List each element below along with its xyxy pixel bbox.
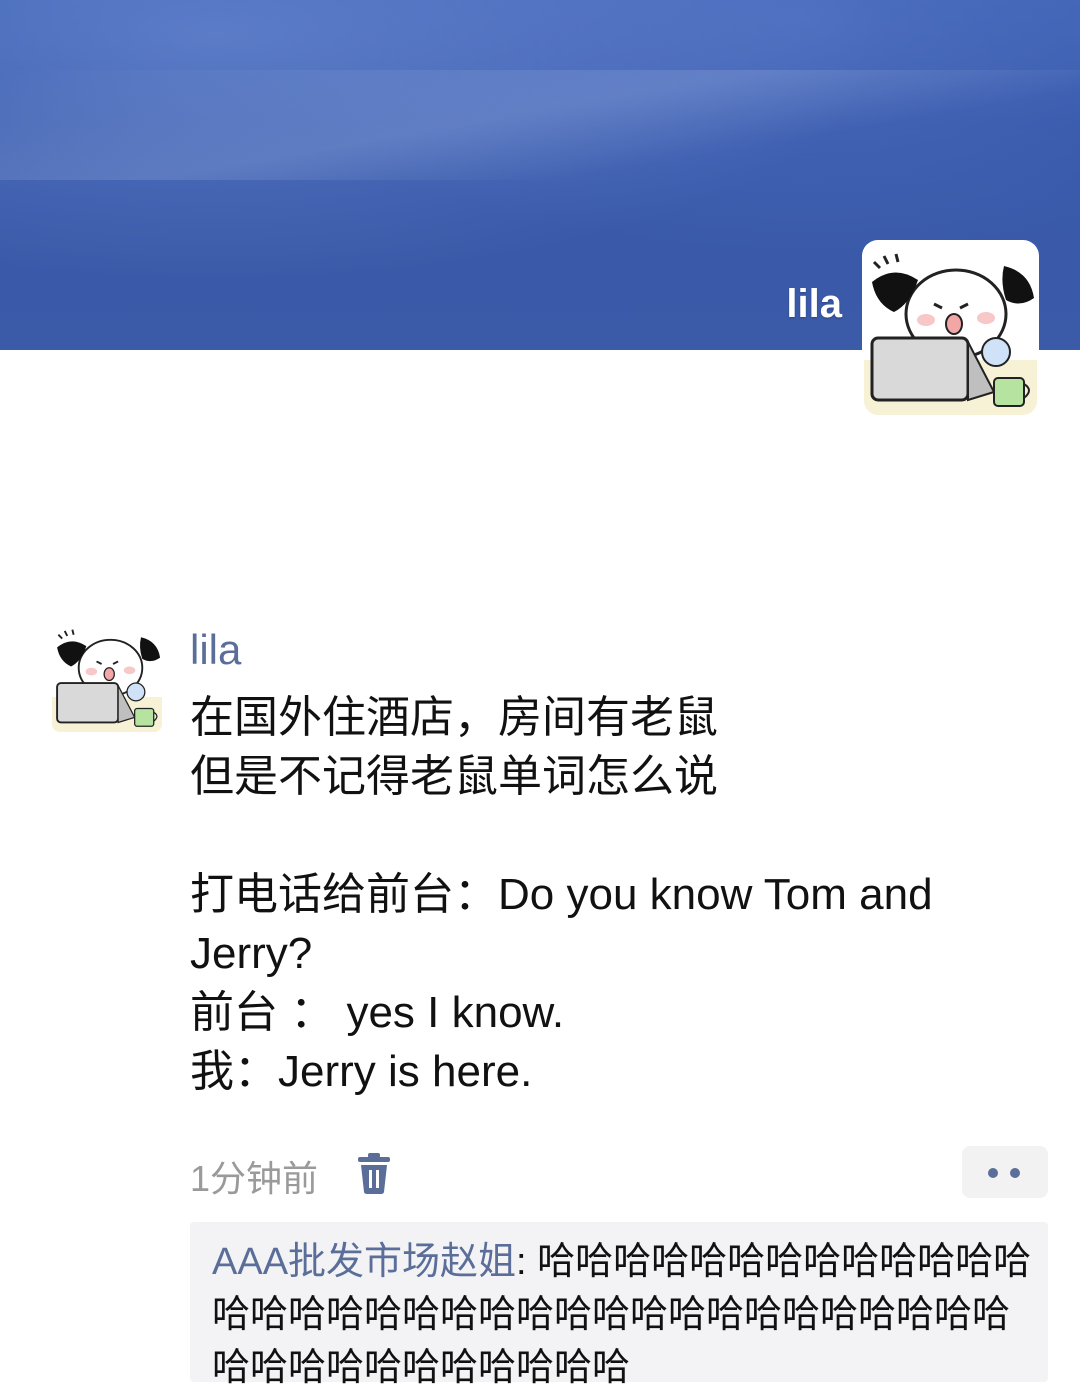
post-line: 我：Jerry is here. (190, 1047, 533, 1096)
cover-wave (0, 70, 1080, 180)
comments-section: AAA批发市场赵姐: 哈哈哈哈哈哈哈哈哈哈哈哈哈哈哈哈哈哈哈哈哈哈哈哈哈哈哈哈哈… (190, 1222, 1048, 1389)
comment-separator: : (516, 1241, 538, 1283)
post-blank-line (190, 806, 990, 865)
puppy-laptop-sticker-icon (52, 622, 162, 732)
profile-avatar[interactable] (864, 242, 1037, 415)
comment-item[interactable]: AAA批发市场赵姐: 哈哈哈哈哈哈哈哈哈哈哈哈哈哈哈哈哈哈哈哈哈哈哈哈哈哈哈哈哈… (212, 1236, 1032, 1395)
profile-name[interactable]: lila (786, 282, 842, 327)
post-text: 在国外住酒店，房间有老鼠 但是不记得老鼠单词怎么说 打电话给前台：Do you … (190, 688, 990, 1101)
post-line: Jerry? (190, 929, 313, 978)
post-author-avatar[interactable] (52, 622, 162, 732)
post-line: 前台 ： yes I know. (190, 988, 565, 1037)
post-line: 在国外住酒店，房间有老鼠 (190, 693, 718, 742)
post-line: 但是不记得老鼠单词怎么说 (190, 752, 718, 801)
post-line: 打电话给前台：Do you know Tom and (190, 870, 933, 919)
delete-button[interactable] (354, 1152, 394, 1196)
trash-icon (358, 1153, 390, 1194)
puppy-laptop-sticker-icon (864, 242, 1037, 415)
post-author-name[interactable]: lila (190, 626, 241, 674)
commenter-name[interactable]: AAA批发市场赵姐 (212, 1241, 516, 1283)
more-actions-button[interactable] (962, 1146, 1048, 1198)
post-timestamp: 1分钟前 (190, 1158, 319, 1199)
